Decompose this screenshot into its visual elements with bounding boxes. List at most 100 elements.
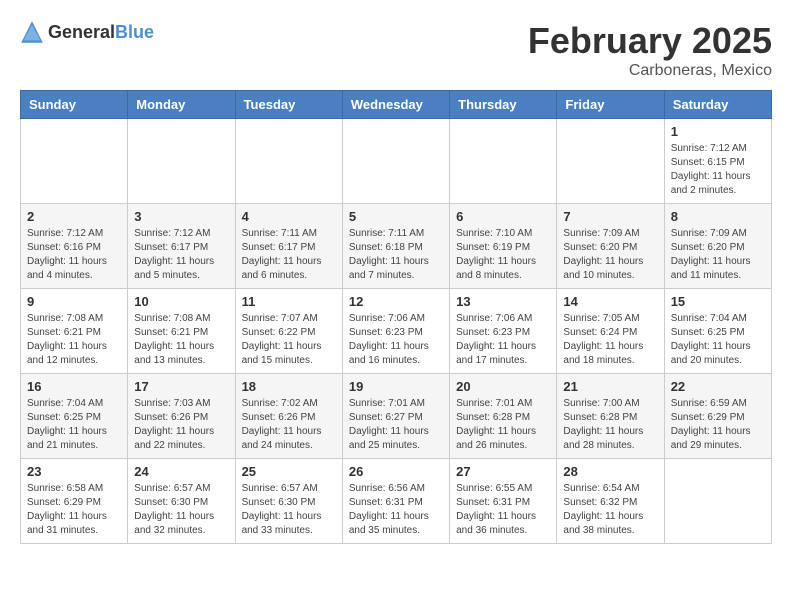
- col-header-friday: Friday: [557, 91, 664, 119]
- week-row-5: 23 Sunrise: 6:58 AM Sunset: 6:29 PM Dayli…: [21, 459, 772, 544]
- day-number: 13: [456, 294, 550, 309]
- header: GeneralBlue February 2025 Carboneras, Me…: [20, 20, 772, 80]
- day-info: Sunrise: 7:03 AM Sunset: 6:26 PM Dayligh…: [134, 397, 228, 453]
- day-info: Sunrise: 7:07 AM Sunset: 6:22 PM Dayligh…: [242, 312, 336, 368]
- main-title: February 2025: [528, 20, 772, 62]
- day-number: 9: [27, 294, 121, 309]
- week-row-2: 2 Sunrise: 7:12 AM Sunset: 6:16 PM Daylig…: [21, 204, 772, 289]
- calendar-cell: 15 Sunrise: 7:04 AM Sunset: 6:25 PM Dayli…: [664, 289, 771, 374]
- day-info: Sunrise: 7:01 AM Sunset: 6:28 PM Dayligh…: [456, 397, 550, 453]
- calendar-cell: 4 Sunrise: 7:11 AM Sunset: 6:17 PM Daylig…: [235, 204, 342, 289]
- day-info: Sunrise: 6:58 AM Sunset: 6:29 PM Dayligh…: [27, 482, 121, 538]
- day-number: 23: [27, 464, 121, 479]
- day-number: 15: [671, 294, 765, 309]
- day-info: Sunrise: 7:08 AM Sunset: 6:21 PM Dayligh…: [27, 312, 121, 368]
- calendar-cell: 17 Sunrise: 7:03 AM Sunset: 6:26 PM Dayli…: [128, 374, 235, 459]
- day-number: 3: [134, 209, 228, 224]
- subtitle: Carboneras, Mexico: [528, 62, 772, 80]
- logo-text-general: General: [48, 22, 115, 42]
- day-number: 18: [242, 379, 336, 394]
- calendar-cell: 27 Sunrise: 6:55 AM Sunset: 6:31 PM Dayli…: [450, 459, 557, 544]
- day-number: 27: [456, 464, 550, 479]
- calendar-cell: 25 Sunrise: 6:57 AM Sunset: 6:30 PM Dayli…: [235, 459, 342, 544]
- calendar-cell: 2 Sunrise: 7:12 AM Sunset: 6:16 PM Daylig…: [21, 204, 128, 289]
- day-number: 14: [563, 294, 657, 309]
- logo: GeneralBlue: [20, 20, 154, 44]
- calendar-cell: 18 Sunrise: 7:02 AM Sunset: 6:26 PM Dayli…: [235, 374, 342, 459]
- logo-icon: [20, 20, 44, 44]
- col-header-sunday: Sunday: [21, 91, 128, 119]
- calendar-cell: 24 Sunrise: 6:57 AM Sunset: 6:30 PM Dayli…: [128, 459, 235, 544]
- calendar: SundayMondayTuesdayWednesdayThursdayFrid…: [20, 90, 772, 544]
- day-number: 17: [134, 379, 228, 394]
- calendar-cell: 12 Sunrise: 7:06 AM Sunset: 6:23 PM Dayli…: [342, 289, 449, 374]
- calendar-cell: 26 Sunrise: 6:56 AM Sunset: 6:31 PM Dayli…: [342, 459, 449, 544]
- day-number: 10: [134, 294, 228, 309]
- calendar-cell: 28Sunrise: 6:54 AM Sunset: 6:32 PM Dayli…: [557, 459, 664, 544]
- day-info: Sunrise: 7:09 AM Sunset: 6:20 PM Dayligh…: [671, 227, 765, 283]
- calendar-cell: [664, 459, 771, 544]
- day-info: Sunrise: 6:57 AM Sunset: 6:30 PM Dayligh…: [134, 482, 228, 538]
- calendar-cell: 10 Sunrise: 7:08 AM Sunset: 6:21 PM Dayli…: [128, 289, 235, 374]
- calendar-cell: 6Sunrise: 7:10 AM Sunset: 6:19 PM Daylig…: [450, 204, 557, 289]
- week-row-1: 1 Sunrise: 7:12 AM Sunset: 6:15 PM Daylig…: [21, 119, 772, 204]
- calendar-cell: 3 Sunrise: 7:12 AM Sunset: 6:17 PM Daylig…: [128, 204, 235, 289]
- day-info: Sunrise: 7:02 AM Sunset: 6:26 PM Dayligh…: [242, 397, 336, 453]
- day-number: 7: [563, 209, 657, 224]
- col-header-saturday: Saturday: [664, 91, 771, 119]
- calendar-header-row: SundayMondayTuesdayWednesdayThursdayFrid…: [21, 91, 772, 119]
- calendar-cell: 13 Sunrise: 7:06 AM Sunset: 6:23 PM Dayli…: [450, 289, 557, 374]
- day-info: Sunrise: 7:04 AM Sunset: 6:25 PM Dayligh…: [27, 397, 121, 453]
- day-info: Sunrise: 7:11 AM Sunset: 6:17 PM Dayligh…: [242, 227, 336, 283]
- calendar-cell: 22Sunrise: 6:59 AM Sunset: 6:29 PM Dayli…: [664, 374, 771, 459]
- col-header-wednesday: Wednesday: [342, 91, 449, 119]
- calendar-cell: 19Sunrise: 7:01 AM Sunset: 6:27 PM Dayli…: [342, 374, 449, 459]
- calendar-cell: [557, 119, 664, 204]
- week-row-3: 9 Sunrise: 7:08 AM Sunset: 6:21 PM Daylig…: [21, 289, 772, 374]
- calendar-cell: 9 Sunrise: 7:08 AM Sunset: 6:21 PM Daylig…: [21, 289, 128, 374]
- day-info: Sunrise: 7:12 AM Sunset: 6:16 PM Dayligh…: [27, 227, 121, 283]
- day-number: 25: [242, 464, 336, 479]
- calendar-cell: [450, 119, 557, 204]
- calendar-cell: 1 Sunrise: 7:12 AM Sunset: 6:15 PM Daylig…: [664, 119, 771, 204]
- day-info: Sunrise: 6:56 AM Sunset: 6:31 PM Dayligh…: [349, 482, 443, 538]
- calendar-cell: [128, 119, 235, 204]
- calendar-cell: [342, 119, 449, 204]
- day-number: 1: [671, 124, 765, 139]
- day-info: Sunrise: 6:55 AM Sunset: 6:31 PM Dayligh…: [456, 482, 550, 538]
- day-number: 26: [349, 464, 443, 479]
- day-number: 11: [242, 294, 336, 309]
- col-header-thursday: Thursday: [450, 91, 557, 119]
- logo-text-blue: Blue: [115, 22, 154, 42]
- calendar-cell: 5 Sunrise: 7:11 AM Sunset: 6:18 PM Daylig…: [342, 204, 449, 289]
- calendar-cell: 23 Sunrise: 6:58 AM Sunset: 6:29 PM Dayli…: [21, 459, 128, 544]
- day-number: 4: [242, 209, 336, 224]
- day-number: 21: [563, 379, 657, 394]
- calendar-cell: [235, 119, 342, 204]
- calendar-cell: 21Sunrise: 7:00 AM Sunset: 6:28 PM Dayli…: [557, 374, 664, 459]
- day-number: 6: [456, 209, 550, 224]
- day-info: Sunrise: 6:57 AM Sunset: 6:30 PM Dayligh…: [242, 482, 336, 538]
- day-info: Sunrise: 7:12 AM Sunset: 6:17 PM Dayligh…: [134, 227, 228, 283]
- day-info: Sunrise: 7:05 AM Sunset: 6:24 PM Dayligh…: [563, 312, 657, 368]
- day-info: Sunrise: 7:08 AM Sunset: 6:21 PM Dayligh…: [134, 312, 228, 368]
- day-info: Sunrise: 7:11 AM Sunset: 6:18 PM Dayligh…: [349, 227, 443, 283]
- title-area: February 2025 Carboneras, Mexico: [528, 20, 772, 80]
- day-number: 8: [671, 209, 765, 224]
- day-number: 12: [349, 294, 443, 309]
- day-number: 16: [27, 379, 121, 394]
- day-info: Sunrise: 7:12 AM Sunset: 6:15 PM Dayligh…: [671, 142, 765, 198]
- week-row-4: 16 Sunrise: 7:04 AM Sunset: 6:25 PM Dayli…: [21, 374, 772, 459]
- day-info: Sunrise: 7:09 AM Sunset: 6:20 PM Dayligh…: [563, 227, 657, 283]
- day-info: Sunrise: 7:04 AM Sunset: 6:25 PM Dayligh…: [671, 312, 765, 368]
- day-number: 24: [134, 464, 228, 479]
- calendar-cell: 7 Sunrise: 7:09 AM Sunset: 6:20 PM Daylig…: [557, 204, 664, 289]
- calendar-cell: 16 Sunrise: 7:04 AM Sunset: 6:25 PM Dayli…: [21, 374, 128, 459]
- day-number: 2: [27, 209, 121, 224]
- day-info: Sunrise: 7:06 AM Sunset: 6:23 PM Dayligh…: [456, 312, 550, 368]
- day-info: Sunrise: 6:59 AM Sunset: 6:29 PM Dayligh…: [671, 397, 765, 453]
- day-info: Sunrise: 6:54 AM Sunset: 6:32 PM Dayligh…: [563, 482, 657, 538]
- day-number: 5: [349, 209, 443, 224]
- day-info: Sunrise: 7:06 AM Sunset: 6:23 PM Dayligh…: [349, 312, 443, 368]
- col-header-monday: Monday: [128, 91, 235, 119]
